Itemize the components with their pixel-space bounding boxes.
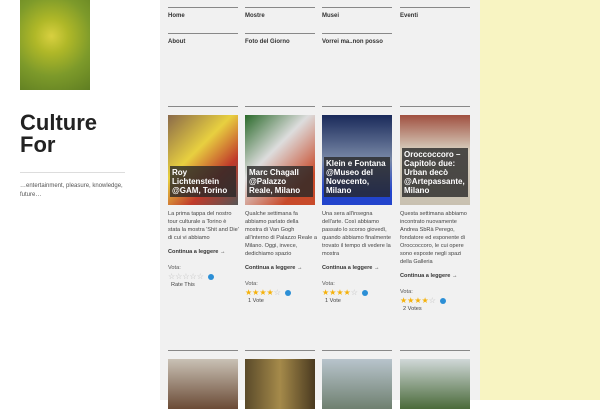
vote-count: 2 Votes — [403, 306, 422, 312]
vote-label: Vota: — [245, 281, 258, 287]
post-thumbnail[interactable] — [322, 359, 392, 409]
site-tagline: …entertainment, pleasure, knowledge, fut… — [20, 183, 123, 198]
post-title[interactable]: Oroccoccoro – Capitolo due: Urban decò @… — [402, 148, 468, 197]
post-card — [322, 350, 392, 409]
rating-stars[interactable]: ☆ ☆ ☆ ☆ ☆ — [168, 273, 240, 281]
site-logo-image[interactable] — [20, 0, 90, 90]
post-excerpt: La prima tappa del nostro tour culturale… — [168, 210, 240, 289]
vote-label: Vota: — [322, 281, 335, 287]
continue-reading-link[interactable]: Continua a leggere → — [245, 264, 317, 272]
star-icon[interactable]: ☆ — [351, 289, 358, 297]
star-icon[interactable]: ☆ — [175, 273, 182, 281]
divider — [20, 172, 125, 173]
info-icon[interactable] — [439, 298, 446, 304]
continue-reading-link[interactable]: Continua a leggere → — [322, 264, 394, 272]
continue-reading-link[interactable]: Continua a leggere → — [168, 248, 240, 256]
star-icon[interactable]: ★ — [259, 289, 266, 297]
vote-label: Vota: — [168, 265, 181, 271]
post-thumbnail[interactable]: Roy Lichtenstein @GAM, Torino — [168, 115, 238, 205]
vote-count: Rate This — [171, 282, 195, 288]
nav-foto-del-giorno[interactable]: Foto del Giorno — [245, 33, 315, 45]
post-thumbnail[interactable]: Klein e Fontana @Museo del Novecento, Mi… — [322, 115, 392, 205]
star-icon[interactable]: ★ — [414, 297, 421, 305]
post-card — [245, 350, 315, 409]
star-icon[interactable]: ☆ — [182, 273, 189, 281]
post-thumbnail[interactable]: Oroccoccoro – Capitolo due: Urban decò @… — [400, 115, 470, 205]
post-thumbnail[interactable] — [400, 359, 470, 409]
info-icon[interactable] — [284, 290, 291, 296]
post-thumbnail[interactable] — [168, 359, 238, 409]
star-icon[interactable]: ★ — [400, 297, 407, 305]
nav-mostre[interactable]: Mostre — [245, 7, 315, 19]
post-thumbnail[interactable]: Marc Chagall @Palazzo Reale, Milano — [245, 115, 315, 205]
star-icon[interactable]: ★ — [267, 289, 274, 297]
rating-stars[interactable]: ★ ★ ★ ★ ☆ — [322, 289, 394, 297]
nav-musei[interactable]: Musei — [322, 7, 392, 19]
excerpt-text: Questa settimana abbiamo incontrato nuov… — [400, 211, 467, 265]
post-title[interactable]: Roy Lichtenstein @GAM, Torino — [170, 166, 236, 197]
sidebar: Culture For …entertainment, pleasure, kn… — [0, 0, 160, 400]
excerpt-text: La prima tappa del nostro tour culturale… — [168, 211, 239, 241]
post-title[interactable]: Klein e Fontana @Museo del Novecento, Mi… — [324, 157, 390, 197]
post-card: Klein e Fontana @Museo del Novecento, Mi… — [322, 106, 392, 304]
info-icon[interactable] — [207, 274, 214, 280]
nav-vorrei-ma-non-posso[interactable]: Vorrei ma..non posso — [322, 33, 392, 45]
star-icon[interactable]: ★ — [252, 289, 259, 297]
star-icon[interactable]: ★ — [344, 289, 351, 297]
excerpt-text: Una sera all'insegna dell'arte. Così abb… — [322, 211, 392, 257]
star-icon[interactable]: ☆ — [190, 273, 197, 281]
vote-count: 1 Vote — [248, 298, 264, 304]
star-icon[interactable]: ☆ — [168, 273, 175, 281]
star-icon[interactable]: ★ — [336, 289, 343, 297]
post-excerpt: Qualche settimana fa abbiamo parlato del… — [245, 210, 317, 305]
info-icon[interactable] — [361, 290, 368, 296]
post-card — [168, 350, 238, 409]
rating-stars[interactable]: ★ ★ ★ ★ ☆ — [400, 297, 472, 305]
post-title[interactable]: Marc Chagall @Palazzo Reale, Milano — [247, 166, 313, 197]
excerpt-text: Qualche settimana fa abbiamo parlato del… — [245, 211, 317, 257]
post-card: Roy Lichtenstein @GAM, Torino La prima t… — [168, 106, 239, 288]
star-icon[interactable]: ☆ — [197, 273, 204, 281]
star-icon[interactable]: ★ — [407, 297, 414, 305]
nav-home[interactable]: Home — [168, 7, 238, 19]
star-icon[interactable]: ★ — [322, 289, 329, 297]
rating-stars[interactable]: ★ ★ ★ ★ ☆ — [245, 289, 317, 297]
post-excerpt: Questa settimana abbiamo incontrato nuov… — [400, 210, 472, 313]
nav-eventi[interactable]: Eventi — [400, 7, 470, 19]
post-card: Marc Chagall @Palazzo Reale, Milano Qual… — [245, 106, 317, 304]
vote-label: Vota: — [400, 289, 413, 295]
vote-count: 1 Vote — [325, 298, 341, 304]
star-icon[interactable]: ☆ — [429, 297, 436, 305]
post-thumbnail[interactable] — [245, 359, 315, 409]
site-title[interactable]: Culture For — [20, 112, 110, 156]
post-excerpt: Una sera all'insegna dell'arte. Così abb… — [322, 210, 394, 305]
post-card: Oroccoccoro – Capitolo due: Urban decò @… — [400, 106, 470, 312]
post-card — [400, 350, 470, 409]
star-icon[interactable]: ☆ — [274, 289, 281, 297]
star-icon[interactable]: ★ — [329, 289, 336, 297]
star-icon[interactable]: ★ — [245, 289, 252, 297]
star-icon[interactable]: ★ — [422, 297, 429, 305]
main-content: Home Mostre Musei Eventi About Foto del … — [160, 0, 480, 409]
nav-about[interactable]: About — [168, 33, 238, 45]
right-panel — [480, 0, 600, 400]
continue-reading-link[interactable]: Continua a leggere → — [400, 272, 472, 280]
